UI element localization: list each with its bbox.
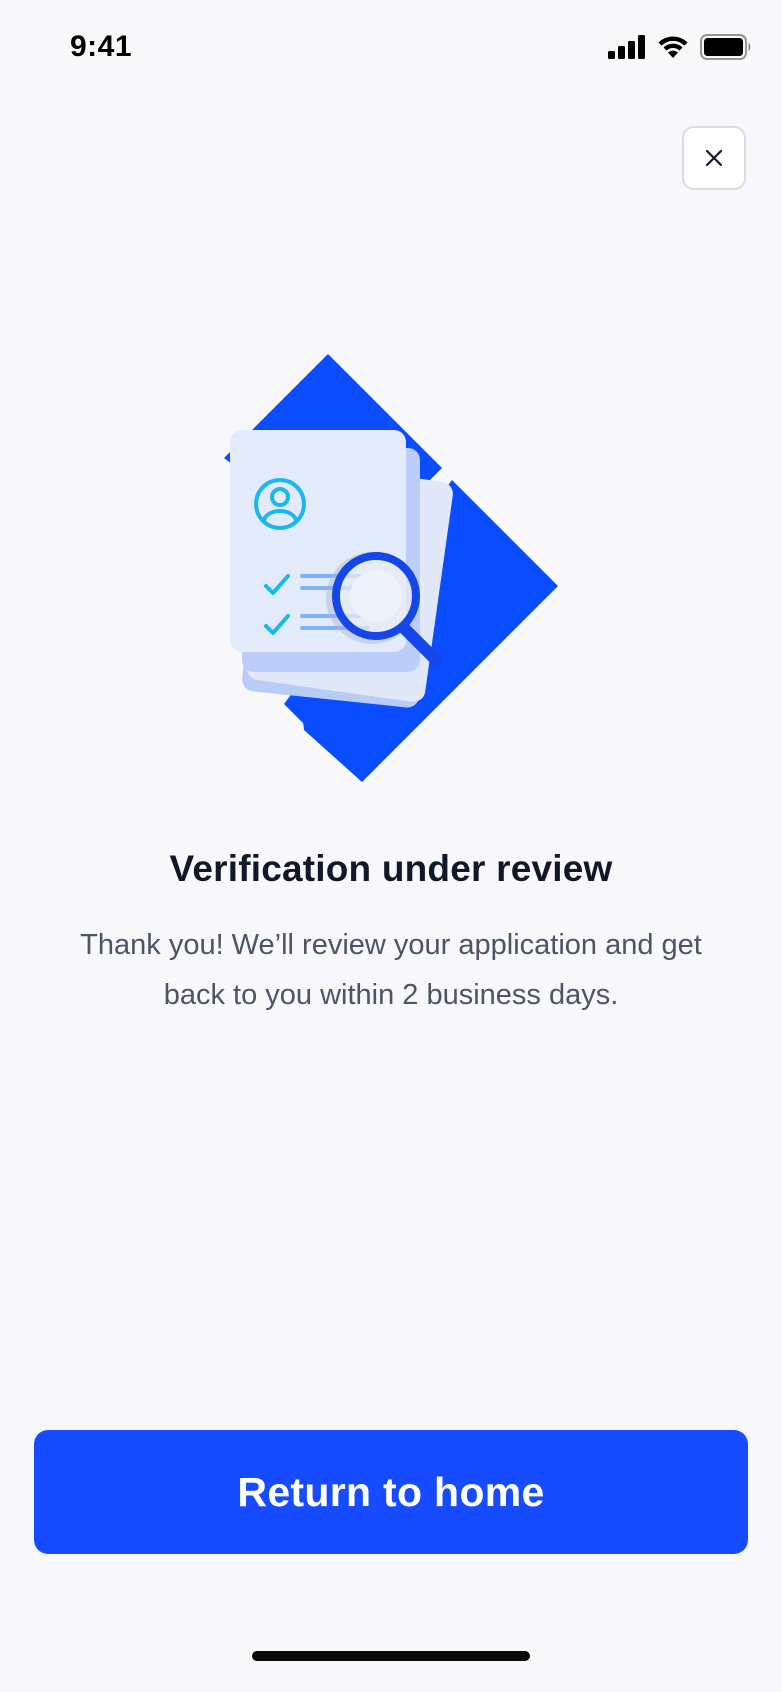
return-home-button[interactable]: Return to home — [34, 1430, 748, 1554]
cellular-signal-icon — [608, 35, 645, 59]
home-indicator — [252, 1651, 530, 1661]
battery-icon — [700, 34, 751, 60]
wifi-icon — [658, 36, 688, 58]
close-button[interactable] — [682, 126, 746, 190]
status-time: 9:41 — [70, 30, 133, 63]
page-description: Thank you! We’ll review your application… — [80, 929, 702, 1011]
page-title: Verification under review — [169, 848, 613, 889]
status-icons — [608, 34, 752, 60]
document-review-illustration — [200, 330, 580, 790]
close-icon — [705, 149, 723, 167]
status-bar: 9:41 — [0, 0, 782, 100]
